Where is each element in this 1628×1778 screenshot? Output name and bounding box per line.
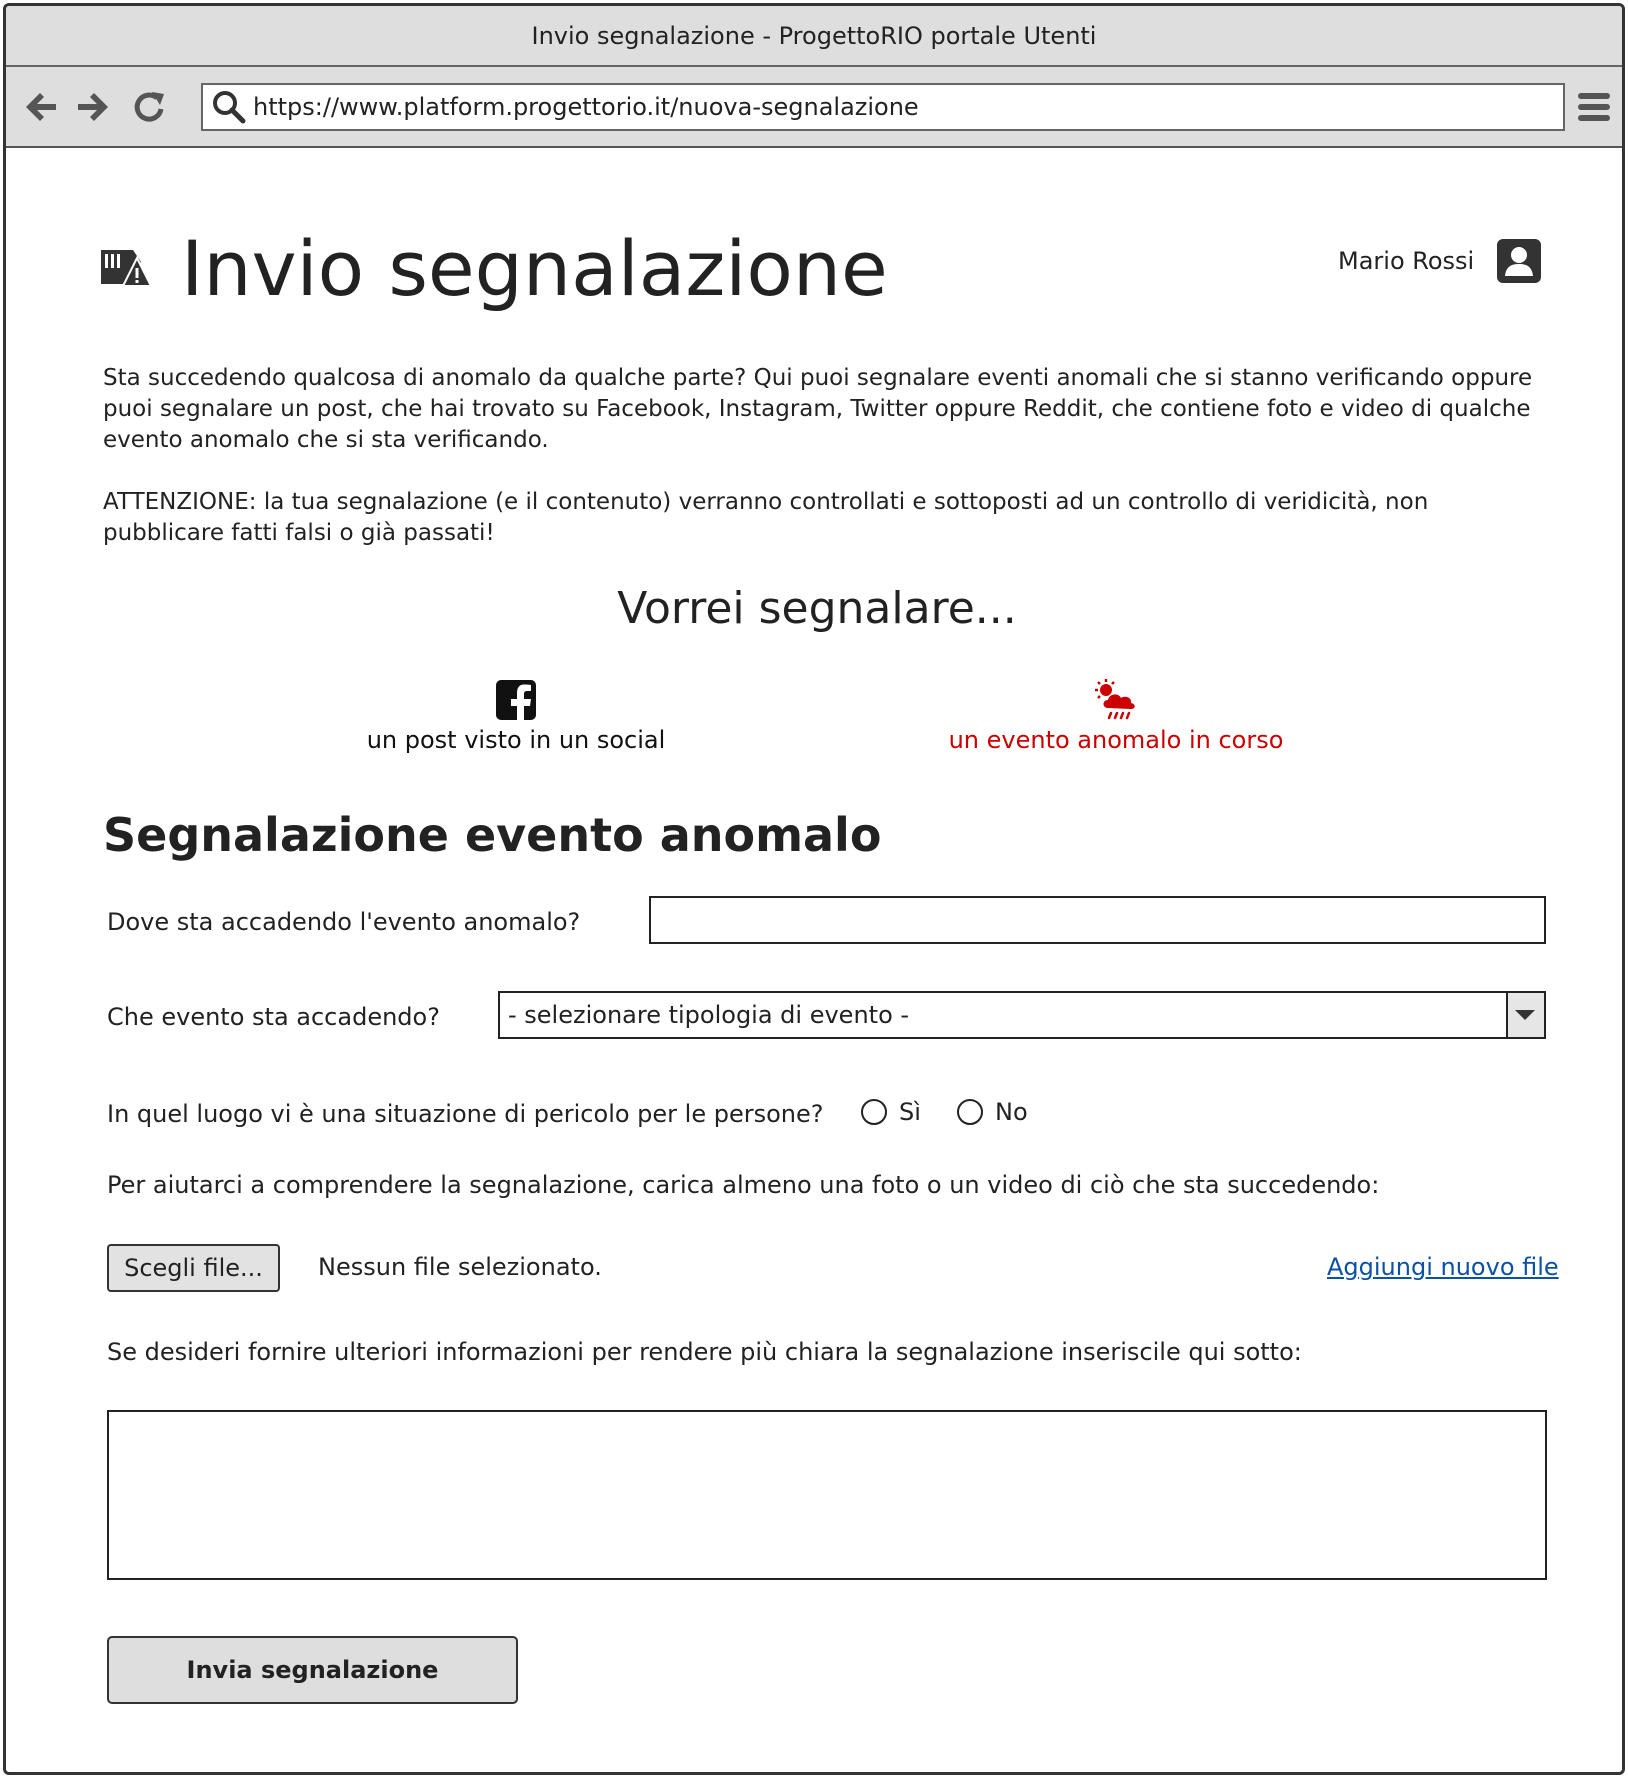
page-content: Invio segnalazione Mario Rossi Sta succe… bbox=[6, 148, 1622, 1772]
radio-danger-no[interactable]: No bbox=[957, 1098, 1028, 1126]
upload-label: Per aiutarci a comprendere la segnalazio… bbox=[107, 1171, 1380, 1199]
file-status: Nessun file selezionato. bbox=[318, 1253, 602, 1281]
reload-icon[interactable] bbox=[130, 87, 170, 127]
browser-toolbar: https://www.platform.progettorio.it/nuov… bbox=[6, 67, 1622, 148]
intro-text: Sta succedendo qualcosa di anomalo da qu… bbox=[103, 363, 1553, 549]
window-title: Invio segnalazione - ProgettoRIO portale… bbox=[531, 21, 1097, 50]
event-type-value: - selezionare tipologia di evento - bbox=[508, 1001, 910, 1029]
event-type-label: Che evento sta accadendo? bbox=[107, 1003, 440, 1031]
danger-question-label: In quel luogo vi è una situazione di per… bbox=[107, 1100, 824, 1128]
choice-social-label: un post visto in un social bbox=[366, 726, 666, 754]
chevron-down-icon bbox=[1515, 1010, 1535, 1020]
more-info-textarea[interactable] bbox=[107, 1410, 1547, 1580]
window-titlebar: Invio segnalazione - ProgettoRIO portale… bbox=[6, 6, 1622, 67]
url-text[interactable]: https://www.platform.progettorio.it/nuov… bbox=[253, 93, 919, 121]
section-title: Segnalazione evento anomalo bbox=[103, 808, 882, 862]
address-bar[interactable]: https://www.platform.progettorio.it/nuov… bbox=[201, 83, 1565, 131]
radio-yes-label: Sì bbox=[899, 1098, 921, 1126]
add-file-link[interactable]: Aggiungi nuovo file bbox=[1327, 1253, 1559, 1281]
hamburger-menu-icon[interactable] bbox=[1576, 87, 1612, 127]
weather-storm-icon bbox=[1095, 679, 1135, 720]
choice-social-post[interactable]: un post visto in un social bbox=[336, 678, 696, 754]
choose-file-button[interactable]: Scegli file... bbox=[107, 1244, 280, 1292]
event-type-select[interactable]: - selezionare tipologia di evento - bbox=[498, 991, 1546, 1039]
browser-window: Invio segnalazione - ProgettoRIO portale… bbox=[3, 3, 1625, 1775]
user-name[interactable]: Mario Rossi bbox=[1338, 247, 1474, 275]
warning-paragraph: ATTENZIONE: la tua segnalazione (e il co… bbox=[103, 489, 1429, 546]
choice-heading: Vorrei segnalare... bbox=[617, 583, 1017, 634]
back-arrow-icon[interactable] bbox=[22, 87, 62, 127]
dropdown-button[interactable] bbox=[1506, 993, 1544, 1037]
user-avatar-icon[interactable] bbox=[1496, 238, 1542, 284]
where-label: Dove sta accadendo l'evento anomalo? bbox=[107, 908, 581, 936]
choice-event-label: un evento anomalo in corso bbox=[948, 726, 1284, 754]
facebook-icon bbox=[496, 680, 536, 722]
radio-circle[interactable] bbox=[957, 1099, 983, 1125]
search-icon bbox=[213, 91, 246, 124]
page-title: Invio segnalazione bbox=[181, 224, 888, 313]
forward-arrow-icon[interactable] bbox=[72, 87, 112, 127]
submit-report-button[interactable]: Invia segnalazione bbox=[107, 1636, 518, 1704]
radio-danger-yes[interactable]: Sì bbox=[861, 1098, 921, 1126]
report-warning-icon bbox=[101, 250, 151, 287]
location-input[interactable] bbox=[649, 896, 1546, 944]
intro-paragraph: Sta succedendo qualcosa di anomalo da qu… bbox=[103, 365, 1533, 453]
more-info-label: Se desideri fornire ulteriori informazio… bbox=[107, 1338, 1302, 1366]
radio-no-label: No bbox=[995, 1098, 1028, 1126]
radio-circle[interactable] bbox=[861, 1099, 887, 1125]
choice-anomalous-event[interactable]: un evento anomalo in corso bbox=[936, 678, 1296, 754]
